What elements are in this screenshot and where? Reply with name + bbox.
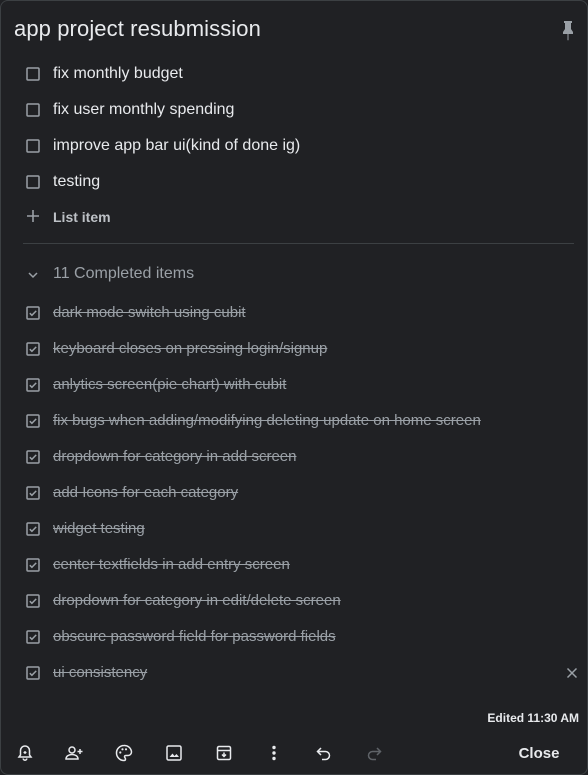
- list-item-text[interactable]: keyboard closes on pressing login/signup: [53, 340, 327, 357]
- image-icon[interactable]: [164, 743, 184, 763]
- list-item-text[interactable]: widget testing: [53, 520, 145, 537]
- archive-icon[interactable]: [214, 743, 234, 763]
- completed-list-item[interactable]: add Icons for each category: [1, 475, 587, 511]
- delete-item-icon[interactable]: [564, 665, 580, 681]
- checkbox-icon[interactable]: [25, 102, 41, 118]
- checked-checkbox-icon[interactable]: [25, 557, 41, 573]
- checked-checkbox-icon[interactable]: [25, 377, 41, 393]
- checkbox-icon[interactable]: [25, 174, 41, 190]
- plus-icon: [24, 207, 42, 225]
- checked-checkbox-icon[interactable]: [25, 629, 41, 645]
- checked-checkbox-icon[interactable]: [25, 341, 41, 357]
- palette-icon[interactable]: [114, 743, 134, 763]
- checked-checkbox-icon[interactable]: [25, 593, 41, 609]
- list-item-text[interactable]: obscure password field for password fiel…: [53, 628, 336, 645]
- completed-list-item[interactable]: widget testing: [1, 511, 587, 547]
- list-item-text[interactable]: ui consistency: [53, 664, 147, 681]
- add-list-item-button[interactable]: List item: [1, 201, 587, 233]
- checkbox-icon[interactable]: [25, 66, 41, 82]
- list-item-text[interactable]: add Icons for each category: [53, 484, 238, 501]
- note-editor: app project resubmission fix monthly bud…: [0, 0, 588, 775]
- reminder-bell-icon[interactable]: [15, 743, 35, 763]
- list-item-text[interactable]: center textfields in add entry screen: [53, 556, 290, 573]
- list-item-text[interactable]: fix monthly budget: [53, 65, 183, 83]
- chevron-down-icon: [25, 267, 41, 283]
- list-item[interactable]: improve app bar ui(kind of done ig): [1, 128, 587, 164]
- add-list-item-label: List item: [53, 209, 111, 225]
- completed-list-item[interactable]: dark mode switch using cubit: [1, 295, 587, 331]
- checkbox-icon[interactable]: [25, 138, 41, 154]
- undo-icon[interactable]: [314, 743, 334, 763]
- completed-items-count: 11 Completed items: [53, 265, 195, 282]
- completed-list-item[interactable]: fix bugs when adding/modifying deleting …: [1, 403, 587, 439]
- completed-list-item[interactable]: center textfields in add entry screen: [1, 547, 587, 583]
- completed-list-item[interactable]: keyboard closes on pressing login/signup: [1, 331, 587, 367]
- list-item-text[interactable]: dropdown for category in add screen: [53, 448, 296, 465]
- list-item[interactable]: testing: [1, 164, 587, 200]
- close-button[interactable]: Close: [509, 744, 569, 766]
- completed-list-item[interactable]: ui consistency: [1, 655, 587, 691]
- checked-checkbox-icon[interactable]: [25, 521, 41, 537]
- pin-icon[interactable]: [556, 18, 580, 42]
- list-item-text[interactable]: anlytics screen(pie chart) with cubit: [53, 376, 286, 393]
- completed-list-item[interactable]: dropdown for category in edit/delete scr…: [1, 583, 587, 619]
- list-item-text[interactable]: testing: [53, 173, 100, 191]
- completed-items-toggle[interactable]: 11 Completed items: [1, 259, 587, 291]
- completed-list-item[interactable]: dropdown for category in add screen: [1, 439, 587, 475]
- list-item[interactable]: fix user monthly spending: [1, 92, 587, 128]
- completed-list-item[interactable]: anlytics screen(pie chart) with cubit: [1, 367, 587, 403]
- checked-checkbox-icon[interactable]: [25, 413, 41, 429]
- checked-checkbox-icon[interactable]: [25, 485, 41, 501]
- list-item-text[interactable]: fix user monthly spending: [53, 101, 234, 119]
- redo-icon[interactable]: [364, 743, 384, 763]
- list-item-text[interactable]: dark mode switch using cubit: [53, 304, 246, 321]
- checked-checkbox-icon[interactable]: [25, 449, 41, 465]
- list-item[interactable]: fix monthly budget: [1, 56, 587, 92]
- list-item-text[interactable]: dropdown for category in edit/delete scr…: [53, 592, 341, 609]
- collaborator-icon[interactable]: [64, 743, 84, 763]
- note-toolbar: Close: [1, 735, 587, 774]
- completed-list-item[interactable]: obscure password field for password fiel…: [1, 619, 587, 655]
- edited-timestamp: Edited 11:30 AM: [487, 711, 579, 725]
- list-item-text[interactable]: improve app bar ui(kind of done ig): [53, 137, 300, 155]
- more-vertical-icon[interactable]: [264, 743, 284, 763]
- list-item-text[interactable]: fix bugs when adding/modifying deleting …: [53, 412, 481, 429]
- checked-checkbox-icon[interactable]: [25, 665, 41, 681]
- divider: [23, 243, 574, 244]
- checked-checkbox-icon[interactable]: [25, 305, 41, 321]
- note-title[interactable]: app project resubmission: [14, 16, 261, 42]
